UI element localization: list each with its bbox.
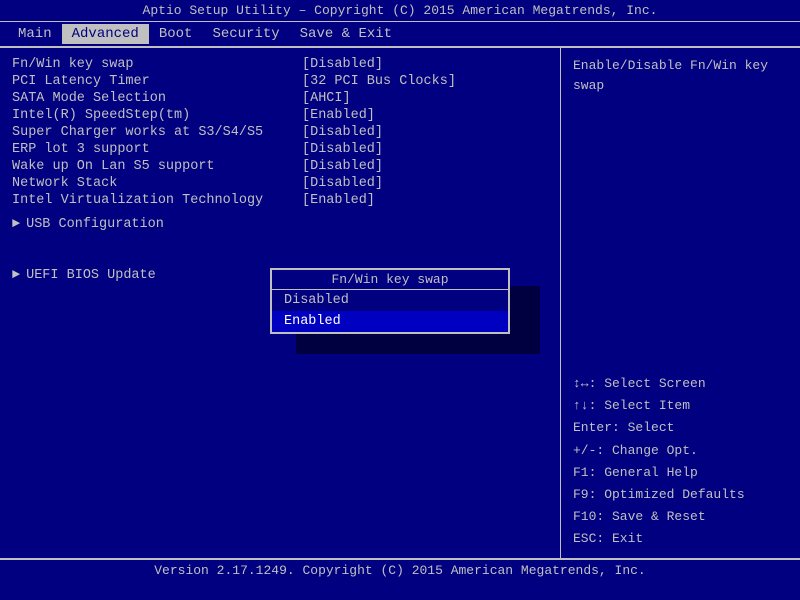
setting-row: Fn/Win key swap[Disabled] <box>12 56 548 73</box>
setting-label: Fn/Win key swap <box>12 57 302 72</box>
setting-label: SATA Mode Selection <box>12 91 302 106</box>
setting-row: Super Charger works at S3/S4/S5[Disabled… <box>12 124 548 141</box>
settings-list: Fn/Win key swap[Disabled]PCI Latency Tim… <box>12 56 548 209</box>
setting-row: Wake up On Lan S5 support[Disabled] <box>12 158 548 175</box>
setting-value[interactable]: [32 PCI Bus Clocks] <box>302 74 456 89</box>
setting-value[interactable]: [Disabled] <box>302 125 383 140</box>
key-hint: F10: Save & Reset <box>573 506 788 528</box>
key-hint: ESC: Exit <box>573 528 788 550</box>
setting-label: Intel Virtualization Technology <box>12 193 302 208</box>
title-bar: Aptio Setup Utility – Copyright (C) 2015… <box>0 0 800 22</box>
setting-row: SATA Mode Selection[AHCI] <box>12 90 548 107</box>
dropdown-popup[interactable]: Fn/Win key swap DisabledEnabled <box>270 268 510 334</box>
setting-row: ERP lot 3 support[Disabled] <box>12 141 548 158</box>
setting-label: Network Stack <box>12 176 302 191</box>
key-hint: F1: General Help <box>573 462 788 484</box>
help-text: Enable/Disable Fn/Win key swap <box>573 56 788 95</box>
menu-item-main[interactable]: Main <box>8 24 62 44</box>
setting-label: ERP lot 3 support <box>12 142 302 157</box>
section-arrow: ► <box>12 217 20 232</box>
setting-value[interactable]: [Enabled] <box>302 193 375 208</box>
setting-label: Super Charger works at S3/S4/S5 <box>12 125 302 140</box>
setting-value[interactable]: [Disabled] <box>302 176 383 191</box>
title-text: Aptio Setup Utility – Copyright (C) 2015… <box>143 3 658 18</box>
menu-item-security[interactable]: Security <box>202 24 289 44</box>
key-hint: Enter: Select <box>573 417 788 439</box>
section-label: USB Configuration <box>26 217 164 232</box>
right-panel: Enable/Disable Fn/Win key swap ↕↔: Selec… <box>560 48 800 558</box>
setting-value[interactable]: [Disabled] <box>302 142 383 157</box>
key-hint: ↕↔: Select Screen <box>573 373 788 395</box>
menu-item-save--exit[interactable]: Save & Exit <box>290 24 402 44</box>
bottom-bar: Version 2.17.1249. Copyright (C) 2015 Am… <box>0 558 800 582</box>
content-area: Fn/Win key swap[Disabled]PCI Latency Tim… <box>0 48 800 558</box>
key-hint: ↑↓: Select Item <box>573 395 788 417</box>
setting-value[interactable]: [AHCI] <box>302 91 351 106</box>
key-legend: ↕↔: Select Screen↑↓: Select ItemEnter: S… <box>573 373 788 550</box>
footer-text: Version 2.17.1249. Copyright (C) 2015 Am… <box>154 563 645 578</box>
setting-label: Wake up On Lan S5 support <box>12 159 302 174</box>
menu-bar: MainAdvancedBootSecuritySave & Exit <box>0 22 800 48</box>
setting-row: Network Stack[Disabled] <box>12 175 548 192</box>
setting-label: PCI Latency Timer <box>12 74 302 89</box>
setting-value[interactable]: [Enabled] <box>302 108 375 123</box>
setting-row: Intel(R) SpeedStep(tm)[Enabled] <box>12 107 548 124</box>
popup-title: Fn/Win key swap <box>272 270 508 290</box>
section-header-usb-configuration[interactable]: ► USB Configuration <box>12 213 548 236</box>
setting-row: PCI Latency Timer[32 PCI Bus Clocks] <box>12 73 548 90</box>
key-hint: F9: Optimized Defaults <box>573 484 788 506</box>
key-hint: +/-: Change Opt. <box>573 440 788 462</box>
left-panel: Fn/Win key swap[Disabled]PCI Latency Tim… <box>0 48 560 558</box>
popup-option[interactable]: Enabled <box>272 311 508 332</box>
setting-value[interactable]: [Disabled] <box>302 57 383 72</box>
setting-value[interactable]: [Disabled] <box>302 159 383 174</box>
menu-item-boot[interactable]: Boot <box>149 24 203 44</box>
section-label: UEFI BIOS Update <box>26 268 156 283</box>
menu-item-advanced[interactable]: Advanced <box>62 24 149 44</box>
popup-option[interactable]: Disabled <box>272 290 508 311</box>
section-arrow: ► <box>12 268 20 283</box>
setting-row: Intel Virtualization Technology[Enabled] <box>12 192 548 209</box>
setting-label: Intel(R) SpeedStep(tm) <box>12 108 302 123</box>
popup-options: DisabledEnabled <box>272 290 508 332</box>
